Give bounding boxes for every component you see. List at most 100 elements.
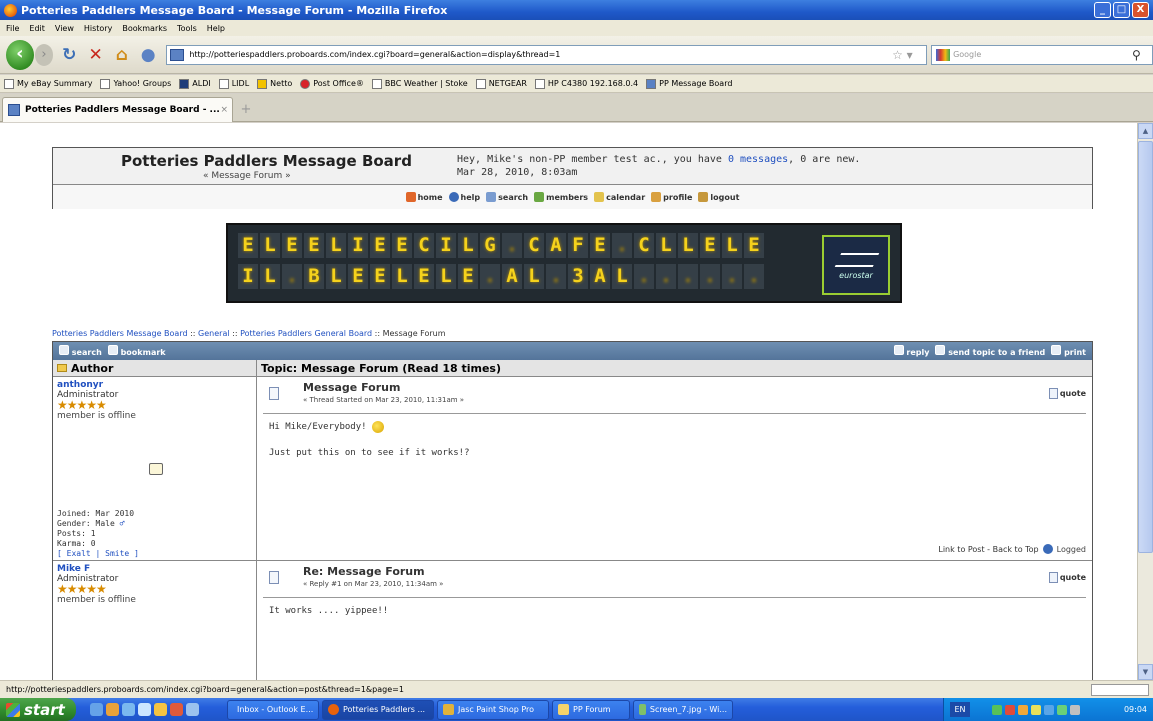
quick-launch-icon[interactable] (90, 703, 103, 716)
bookmark-item[interactable]: Netto (257, 78, 292, 89)
breadcrumb-subboard[interactable]: Potteries Paddlers General Board (240, 329, 372, 338)
tray-icon[interactable] (1044, 704, 1054, 715)
members-link[interactable]: members (534, 192, 588, 202)
quote-button[interactable]: quote (1048, 388, 1086, 399)
post-link[interactable]: Link to Post - Back to Top (938, 545, 1038, 554)
task-paintshop[interactable]: Jasc Paint Shop Pro (437, 699, 549, 720)
scroll-down-icon[interactable]: ▼ (1138, 664, 1153, 680)
tray-icon[interactable] (1018, 704, 1028, 715)
menu-tools[interactable]: Tools (177, 24, 197, 33)
author-column-label: Author (71, 361, 114, 375)
bookmark-item[interactable]: Post Office® (300, 78, 364, 89)
calendar-link[interactable]: calendar (594, 192, 645, 202)
post-body: Re: Message Forum « Reply #1 on Mar 23, … (257, 561, 1092, 680)
tab-active[interactable]: Potteries Paddlers Message Board - ... × (2, 97, 233, 122)
quick-launch-icon[interactable] (122, 703, 135, 716)
reply-button[interactable]: reply (893, 345, 929, 357)
tray-icon[interactable] (1005, 704, 1015, 715)
bookmark-item[interactable]: BBC Weather | Stoke (371, 78, 468, 89)
banner-cell: A (590, 264, 610, 289)
eurostar-banner[interactable]: ELEELIEECILG.CAFE.CLLELE IL.BLEELELE.AL.… (226, 223, 902, 303)
menu-history[interactable]: History (84, 24, 112, 33)
thread-action-bar: search bookmark reply send topic to a fr… (53, 342, 1092, 360)
thread-search-button[interactable]: search (59, 345, 102, 357)
current-date: Mar 28, 2010, 8:03am (457, 167, 578, 178)
google-icon[interactable] (936, 48, 951, 61)
menu-view[interactable]: View (55, 24, 74, 33)
task-firefox[interactable]: Potteries Paddlers ... (322, 699, 434, 720)
send-topic-button[interactable]: send topic to a friend (935, 345, 1045, 357)
reload-icon[interactable]: ↻ (59, 44, 79, 66)
help-link[interactable]: help (448, 192, 480, 202)
minimize-button[interactable]: _ (1094, 2, 1111, 18)
search-input[interactable]: Google (953, 50, 1132, 59)
bookmark-item[interactable]: LIDL (218, 78, 249, 89)
home-link[interactable]: home (405, 192, 443, 202)
menu-help[interactable]: Help (207, 24, 225, 33)
search-box[interactable]: Google ⚲ (931, 44, 1153, 65)
quote-button[interactable]: quote (1048, 572, 1086, 583)
author-name[interactable]: anthonyr (57, 380, 252, 390)
menu-bookmarks[interactable]: Bookmarks (122, 24, 167, 33)
bookmark-icon (646, 78, 657, 89)
karma-links[interactable]: [ Exalt | Smite ] (57, 549, 139, 559)
window-title-bar[interactable]: Potteries Paddlers Message Board - Messa… (0, 0, 1153, 20)
tray-icon[interactable] (992, 704, 1002, 715)
back-button[interactable]: ‹ (6, 39, 34, 70)
vertical-scrollbar[interactable]: ▲ ▼ (1137, 123, 1153, 680)
address-bar[interactable]: http://potteriespaddlers.proboards.com/i… (166, 44, 928, 65)
quick-launch-icon[interactable] (170, 703, 183, 716)
search-link[interactable]: search (486, 192, 528, 202)
bookmark-item[interactable]: PP Message Board (646, 78, 732, 89)
board-title[interactable]: Potteries Paddlers Message Board (121, 152, 412, 170)
new-tab-button[interactable]: + (237, 101, 255, 119)
windows-flag-icon (6, 702, 20, 717)
tray-icon[interactable] (1070, 704, 1080, 715)
tray-icon[interactable] (1031, 704, 1041, 715)
thread-bookmark-button[interactable]: bookmark (107, 345, 166, 357)
bookmark-item[interactable]: Yahoo! Groups (100, 78, 171, 89)
menu-edit[interactable]: Edit (29, 24, 45, 33)
print-button[interactable]: print (1051, 345, 1086, 357)
bookmark-item[interactable]: ALDI (179, 78, 211, 89)
scroll-up-icon[interactable]: ▲ (1138, 123, 1153, 139)
task-screenshot[interactable]: Screen_7.jpg - Wi... (633, 699, 733, 720)
close-tab-icon[interactable]: × (220, 105, 228, 115)
messages-link[interactable]: 0 messages (728, 154, 788, 165)
task-outlook[interactable]: Inbox - Outlook E... (227, 699, 319, 720)
menu-file[interactable]: File (6, 24, 19, 33)
quick-launch-icon[interactable] (106, 703, 119, 716)
tray-icon[interactable] (1057, 704, 1067, 715)
forward-button[interactable]: › (34, 43, 54, 66)
bookmark-star-icon[interactable]: ☆ ▾ (892, 48, 926, 62)
quick-launch-icon[interactable] (138, 703, 151, 716)
banner-cell: E (392, 233, 412, 258)
url-text[interactable]: http://potteriespaddlers.proboards.com/i… (189, 50, 892, 59)
logout-link[interactable]: logout (698, 192, 739, 202)
stop-icon[interactable]: ✕ (85, 44, 105, 66)
post-content: It works .... yippee!! (269, 606, 389, 616)
profile-link[interactable]: profile (651, 192, 692, 202)
scroll-thumb[interactable] (1138, 141, 1153, 553)
breadcrumb-board[interactable]: Potteries Paddlers Message Board (52, 329, 188, 338)
bookmark-item[interactable]: NETGEAR (475, 78, 527, 89)
banner-line-2: IL.BLEELELE.AL.3AL...... (238, 264, 890, 289)
language-indicator[interactable]: EN (950, 702, 970, 717)
task-pp-forum[interactable]: PP Forum (552, 699, 630, 720)
home-icon[interactable]: ⌂ (112, 44, 132, 66)
search-icon[interactable]: ⚲ (1132, 48, 1152, 62)
quick-launch-icon[interactable] (186, 703, 199, 716)
close-button[interactable]: X (1132, 2, 1149, 18)
quick-launch-icon[interactable] (154, 703, 167, 716)
navigation-toolbar: ‹ › ↻ ✕ ⌂ ● http://potteriespaddlers.pro… (0, 36, 1153, 74)
addon-icon[interactable]: ● (138, 44, 158, 66)
author-name[interactable]: Mike F (57, 564, 252, 574)
quote-icon (1048, 572, 1058, 583)
breadcrumb-category[interactable]: General (198, 329, 230, 338)
send-pm-icon[interactable] (149, 463, 163, 475)
bookmark-item[interactable]: My eBay Summary (4, 78, 92, 89)
start-button[interactable]: start (0, 698, 76, 721)
logged-icon (1042, 544, 1053, 554)
maximize-button[interactable]: □ (1113, 2, 1130, 18)
bookmark-item[interactable]: HP C4380 192.168.0.4 (534, 78, 638, 89)
